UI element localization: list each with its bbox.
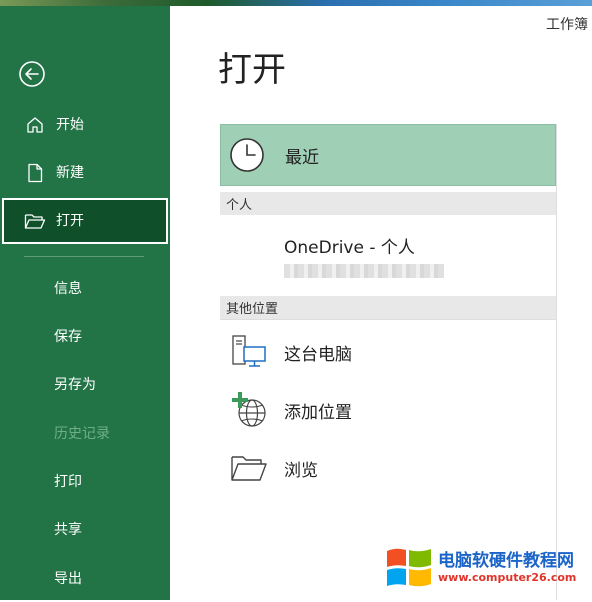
nav-new-label: 新建	[56, 165, 84, 181]
section-other-underline	[220, 319, 556, 320]
browse-label: 浏览	[284, 460, 318, 481]
home-icon	[24, 114, 46, 136]
nav-home-label: 开始	[56, 117, 84, 133]
onedrive-label: OneDrive - 个人	[284, 238, 415, 258]
recent-label: 最近	[285, 147, 319, 168]
this-pc-icon	[226, 331, 272, 373]
nav-share[interactable]: 共享	[0, 507, 170, 553]
back-button[interactable]	[18, 60, 46, 88]
browse-folder-icon	[226, 447, 272, 489]
content-right-border	[556, 124, 557, 600]
nav-history-label: 历史记录	[54, 426, 110, 442]
section-header-personal: 个人	[220, 192, 556, 215]
nav-new[interactable]: 新建	[0, 150, 170, 196]
nav-info-label: 信息	[54, 281, 82, 297]
watermark-url: www.computer26.com	[438, 571, 577, 585]
onedrive-location[interactable]: OneDrive - 个人	[284, 233, 444, 278]
location-this-pc[interactable]: 这台电脑	[220, 326, 556, 378]
nav-save-label: 保存	[54, 329, 82, 345]
clock-icon	[230, 138, 264, 172]
section-header-other: 其他位置	[220, 296, 556, 319]
nav-print-label: 打印	[54, 474, 82, 490]
location-add-place[interactable]: 添加位置	[220, 384, 556, 436]
new-document-icon	[24, 162, 46, 184]
page-title: 打开	[218, 50, 286, 90]
nav-share-label: 共享	[54, 522, 82, 538]
add-location-label: 添加位置	[284, 402, 352, 423]
sidebar-divider	[24, 256, 144, 257]
open-folder-icon	[24, 210, 46, 232]
nav-export[interactable]: 导出	[0, 556, 170, 602]
back-arrow-icon	[19, 61, 45, 87]
nav-info[interactable]: 信息	[0, 266, 170, 312]
nav-print[interactable]: 打印	[0, 459, 170, 505]
nav-save-as[interactable]: 另存为	[0, 362, 170, 408]
nav-export-label: 导出	[54, 571, 82, 587]
windows-logo-icon	[387, 548, 431, 587]
location-browse[interactable]: 浏览	[220, 442, 556, 494]
window-title: 工作簿	[546, 17, 588, 33]
nav-home[interactable]: 开始	[0, 102, 170, 148]
add-location-icon	[226, 389, 272, 431]
this-pc-label: 这台电脑	[284, 344, 352, 365]
recent-location[interactable]: 最近	[220, 124, 556, 186]
nav-save-as-label: 另存为	[54, 377, 96, 393]
site-watermark: 电脑软硬件教程网 www.computer26.com	[384, 540, 592, 596]
nav-open-label: 打开	[56, 213, 84, 229]
nav-save[interactable]: 保存	[0, 314, 170, 360]
backstage-sidebar: 开始 新建 打开 信息 保存 另存为 历史记录 打印 共享 导出	[0, 6, 170, 600]
nav-history: 历史记录	[0, 411, 170, 457]
nav-open[interactable]: 打开	[2, 198, 168, 244]
onedrive-account-redacted	[284, 264, 444, 278]
watermark-title: 电脑软硬件教程网	[438, 550, 574, 571]
